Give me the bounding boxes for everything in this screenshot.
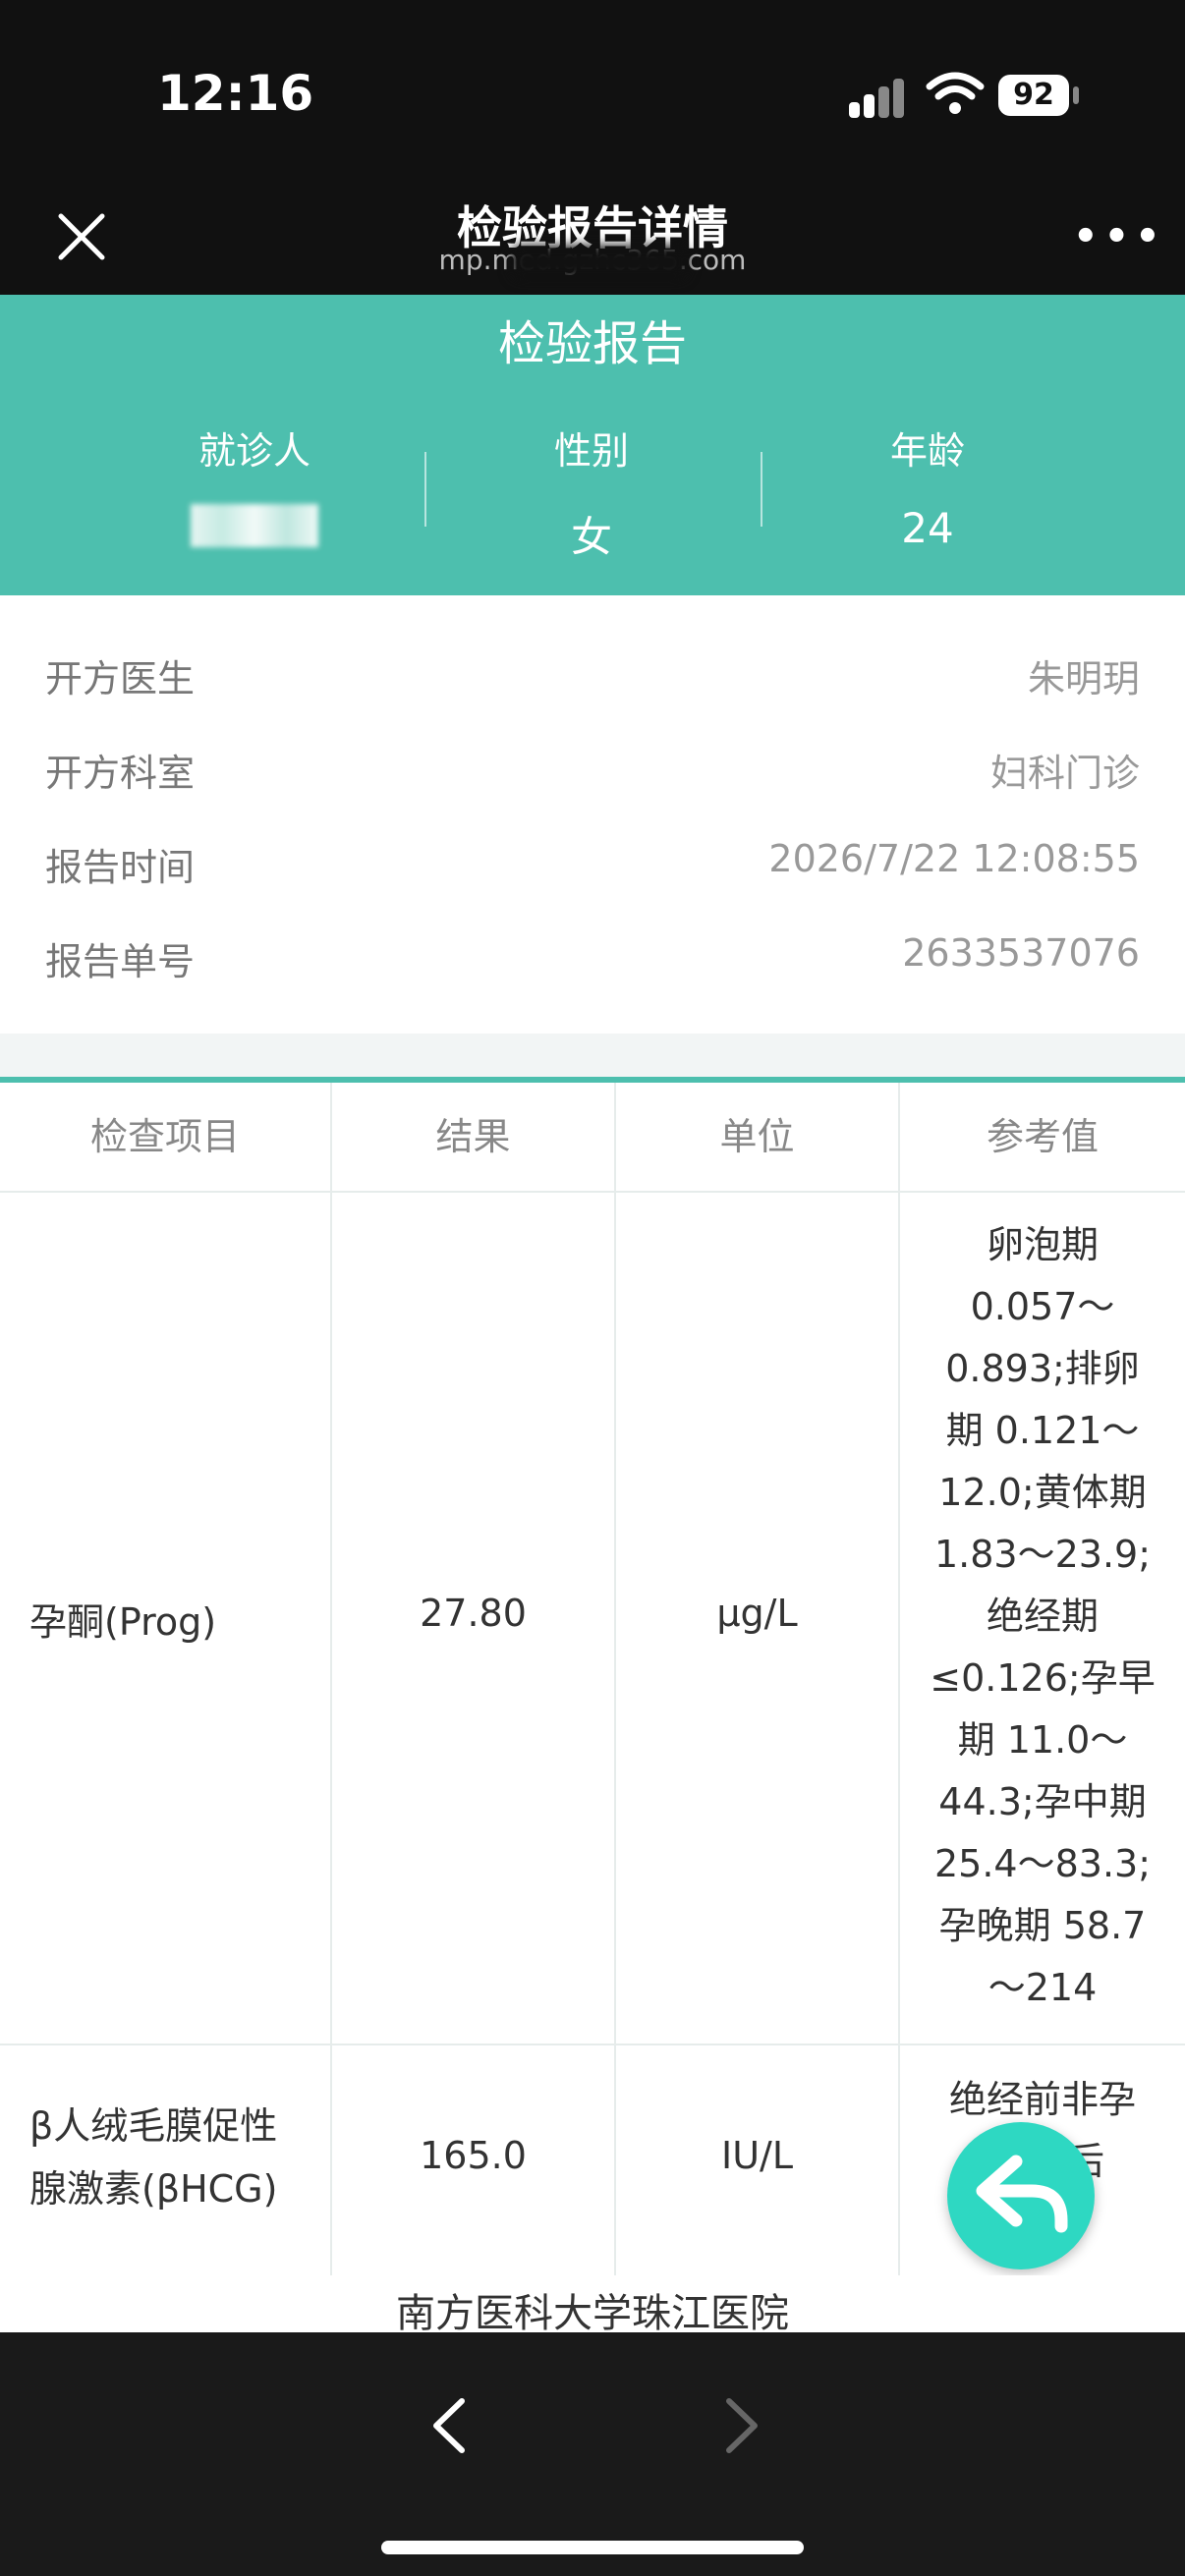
status-time: 12:16 [157,65,314,122]
age-label: 年龄 [889,429,965,473]
more-icon[interactable]: ••• [1073,212,1160,261]
detail-key: 开方医生 [45,657,196,700]
home-indicator[interactable] [381,2541,804,2554]
hospital-name: 南方医科大学珠江医院 [396,2291,789,2336]
gender-column: 性别 女 [424,420,759,561]
footer: 南方医科大学珠江医院 [0,2275,1185,2336]
gender-label: 性别 [553,429,629,473]
age-value: 24 [901,504,954,552]
patient-label: 就诊人 [198,429,310,473]
table-cell-item: 孕酮(Prog) [29,1600,217,1644]
detail-key: 报告时间 [45,846,196,889]
battery-indicator: 92 [998,75,1069,116]
cellular-signal-icon [849,79,904,118]
report-header: 检验报告 就诊人 性别 女 年龄 24 [0,295,1185,595]
top-nav-bar: 检验报告详情 mp.med.gzhc365.com ••• [0,187,1185,295]
reference-line: 期 0.121～ [945,1409,1140,1452]
table-cell-item: β人绒毛膜促性 腺激素(βHCG) [29,2095,277,2220]
report-details: 开方医生 朱明玥 开方科室 妇科门诊 报告时间 2026/7/22 12:08:… [0,595,1185,1034]
item-line: β人绒毛膜促性 [29,2104,278,2148]
detail-value: 2633537076 [902,931,1140,975]
browser-toolbar [0,2332,1185,2576]
table-cell-result: 165.0 [420,2134,527,2177]
reference-line: 25.4～83.3; [933,1842,1152,1885]
return-button[interactable] [947,2122,1095,2269]
table-header: 结果 [435,1115,511,1158]
item-line: 腺激素(βHCG) [29,2167,278,2211]
row-divider [0,2044,1185,2045]
reference-line: ～214 [988,1966,1098,2009]
table-cell-result: 27.80 [420,1592,527,1635]
url-redaction [511,246,688,279]
patient-name-redacted [191,504,318,547]
reference-line: 44.3;孕中期 [938,1780,1147,1823]
detail-row-report-number: 报告单号 2633537076 [45,931,1140,990]
patient-column: 就诊人 [87,420,422,553]
chevron-left-icon[interactable] [413,2381,481,2470]
reference-line: 孕晚期 58.7 [938,1904,1147,1947]
column-divider [898,1083,900,2330]
row-divider [0,1191,1185,1193]
table-header: 检查项目 [89,1115,240,1158]
table-header: 参考值 [986,1115,1099,1158]
reference-line: 12.0;黄体期 [938,1471,1147,1514]
reference-line: 卵泡期 [986,1223,1099,1266]
age-column: 年龄 24 [761,420,1095,553]
reply-arrow-icon [976,2155,1068,2233]
table-header: 单位 [719,1115,795,1158]
reference-line: 0.057～ [970,1285,1115,1328]
table-cell-reference: 卵泡期 0.057～ 0.893;排卵 期 0.121～ 12.0;黄体期 1.… [906,1214,1179,2019]
detail-row-doctor: 开方医生 朱明玥 [45,648,1140,707]
detail-value: 2026/7/22 12:08:55 [768,837,1140,880]
reference-line: 期 11.0～ [957,1718,1128,1762]
battery-tip [1073,86,1079,104]
reference-line: 绝经期 [986,1595,1099,1638]
table-cell-unit: IU/L [721,2134,793,2177]
detail-value: 朱明玥 [1027,657,1140,700]
detail-key: 报告单号 [45,940,196,983]
chevron-right-icon[interactable] [707,2381,776,2470]
detail-key: 开方科室 [45,752,196,795]
report-title: 检验报告 [497,316,687,371]
reference-line: 1.83～23.9; [933,1533,1152,1576]
status-bar: 12:16 92 [0,0,1185,187]
detail-value: 妇科门诊 [989,752,1140,795]
reference-line: 0.893;排卵 [945,1347,1140,1390]
detail-row-report-time: 报告时间 2026/7/22 12:08:55 [45,837,1140,896]
section-gap [0,1034,1185,1077]
gender-value: 女 [570,513,612,561]
wifi-icon [926,72,985,114]
reference-line: ≤0.126;孕早 [930,1656,1156,1700]
detail-row-department: 开方科室 妇科门诊 [45,743,1140,802]
table-cell-unit: μg/L [716,1592,798,1635]
